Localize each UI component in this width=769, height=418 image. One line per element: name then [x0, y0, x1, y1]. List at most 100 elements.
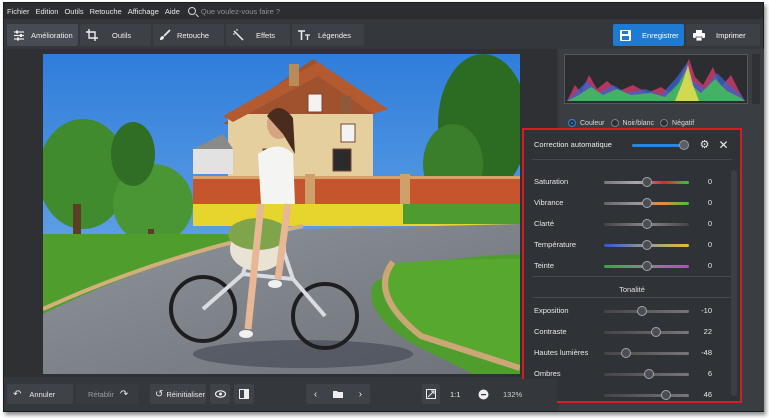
bw-mode-label: Noir/blanc — [622, 119, 655, 127]
tab-amelioration[interactable]: Amélioration — [7, 24, 78, 46]
menu-aide[interactable]: Aide — [165, 7, 180, 16]
text-icon — [298, 29, 310, 40]
slider-knob[interactable] — [641, 240, 652, 250]
slider-knob[interactable] — [637, 306, 648, 316]
redo-button[interactable]: Rétablir ↷ — [76, 384, 138, 404]
save-label: Enregistrer — [642, 30, 679, 40]
slider-value: 0 — [707, 177, 712, 186]
color-mode-group: Couleur Noir/blanc Négatif — [568, 119, 700, 127]
printer-icon — [693, 29, 705, 41]
slider-label: Exposition — [534, 306, 569, 315]
divider — [532, 297, 732, 298]
photo-image — [43, 54, 520, 374]
tab-retouche[interactable]: Retouche — [153, 24, 224, 46]
slider-value: -10 — [701, 306, 712, 315]
bottom-bar: ↶ Annuler Rétablir ↷ ↺ Réinitialiser ‹ ›… — [4, 379, 557, 411]
magic-wand-icon — [233, 29, 244, 41]
slider-value: 0 — [707, 261, 712, 270]
divider — [532, 159, 732, 160]
slider-row-clarté: Clarté 0 — [524, 216, 740, 232]
slider-row-exposition: Exposition -10 — [524, 303, 740, 319]
slider-knob[interactable] — [641, 219, 652, 229]
slider-track[interactable] — [604, 352, 689, 355]
menu-outils[interactable]: Outils — [64, 7, 83, 16]
tab-label: Outils — [112, 30, 132, 40]
color-mode-radio[interactable] — [568, 119, 576, 127]
slider-value: 0 — [707, 240, 712, 249]
canvas-area — [4, 49, 557, 377]
tab-outils[interactable]: Outils — [80, 24, 151, 46]
folder-icon[interactable] — [332, 390, 343, 398]
fit-screen-icon[interactable] — [422, 384, 440, 404]
menu-retouche[interactable]: Retouche — [90, 7, 122, 16]
slider-label: Contraste — [534, 327, 567, 336]
menu-edition[interactable]: Edition — [36, 7, 59, 16]
reset-icon: ↺ — [155, 388, 164, 400]
zoom-level: 132% — [503, 390, 523, 399]
file-navigation: ‹ › — [306, 384, 370, 404]
search-input[interactable]: Que voulez-vous faire ? — [201, 7, 280, 16]
actual-size-button[interactable]: 1:1 — [450, 390, 460, 399]
reset-label: Réinitialiser — [166, 389, 206, 399]
menu-affichage[interactable]: Affichage — [128, 7, 159, 16]
slider-track[interactable] — [604, 331, 689, 334]
undo-button[interactable]: ↶ Annuler — [7, 384, 73, 404]
tab-label: Légendes — [318, 30, 351, 40]
app-window: Fichier Edition Outils Retouche Affichag… — [3, 2, 764, 412]
slider-label: Clarté — [534, 219, 555, 228]
search-icon — [187, 7, 196, 15]
gear-icon[interactable]: ⚙ — [697, 137, 712, 152]
save-button[interactable]: Enregistrer — [613, 24, 684, 46]
tab-label: Amélioration — [31, 30, 73, 40]
tab-legendes[interactable]: Légendes — [292, 24, 364, 46]
slider-knob[interactable] — [650, 327, 661, 337]
panel-scrollbar[interactable] — [731, 170, 737, 396]
zoom-out-icon[interactable] — [474, 384, 492, 404]
chevron-left-icon[interactable]: ‹ — [314, 389, 317, 400]
eye-icon[interactable] — [210, 384, 230, 404]
slider-label: Hautes lumières — [534, 348, 589, 357]
negative-mode-label: Négatif — [672, 119, 695, 127]
slider-value: 0 — [707, 198, 712, 207]
tab-effets[interactable]: Effets — [226, 24, 290, 46]
tab-label: Effets — [256, 30, 276, 40]
slider-knob[interactable] — [641, 261, 652, 271]
negative-mode-radio[interactable] — [660, 119, 669, 127]
slider-knob[interactable] — [641, 198, 652, 208]
chevron-right-icon[interactable]: › — [359, 389, 362, 400]
auto-correction-row: Correction automatique ⚙ ✕ — [524, 134, 740, 154]
redo-label: Rétablir — [88, 389, 114, 399]
print-button[interactable]: Imprimer — [686, 24, 760, 46]
auto-correction-slider[interactable] — [632, 144, 686, 147]
close-icon[interactable]: ✕ — [716, 137, 731, 152]
slider-knob[interactable] — [641, 177, 652, 187]
slider-value: 0 — [707, 219, 712, 228]
compare-icon[interactable] — [234, 384, 254, 404]
tonality-title: Tonalité — [619, 285, 645, 294]
slider-knob[interactable] — [661, 390, 672, 400]
slider-row-teinte: Teinte 0 — [524, 258, 740, 274]
slider-row-hautes-lumières: Hautes lumières -48 — [524, 345, 740, 361]
slider-label: Température — [534, 240, 577, 249]
histogram-scrollbar[interactable] — [752, 54, 760, 104]
bw-mode-radio[interactable] — [610, 119, 619, 127]
slider-value: 6 — [707, 369, 712, 378]
divider — [532, 276, 732, 277]
slider-row-température: Température 0 — [524, 237, 740, 253]
reset-button[interactable]: ↺ Réinitialiser — [150, 384, 206, 404]
slider-value: 22 — [703, 327, 712, 336]
menu-fichier[interactable]: Fichier — [7, 7, 30, 16]
slider-row-saturation: Saturation 0 — [524, 174, 740, 190]
slider-label: Teinte — [534, 261, 555, 270]
slider-track[interactable] — [604, 394, 689, 397]
slider-label: Vibrance — [534, 198, 564, 207]
slider-knob[interactable] — [621, 348, 632, 358]
photo-canvas[interactable] — [43, 54, 520, 374]
auto-correction-knob[interactable] — [679, 140, 689, 150]
slider-row-vibrance: Vibrance 0 — [524, 195, 740, 211]
slider-knob[interactable] — [644, 369, 655, 379]
tab-label: Retouche — [177, 30, 210, 40]
crop-icon — [86, 29, 98, 41]
brush-icon — [160, 29, 171, 40]
search-box[interactable]: Que voulez-vous faire ? — [187, 7, 280, 16]
